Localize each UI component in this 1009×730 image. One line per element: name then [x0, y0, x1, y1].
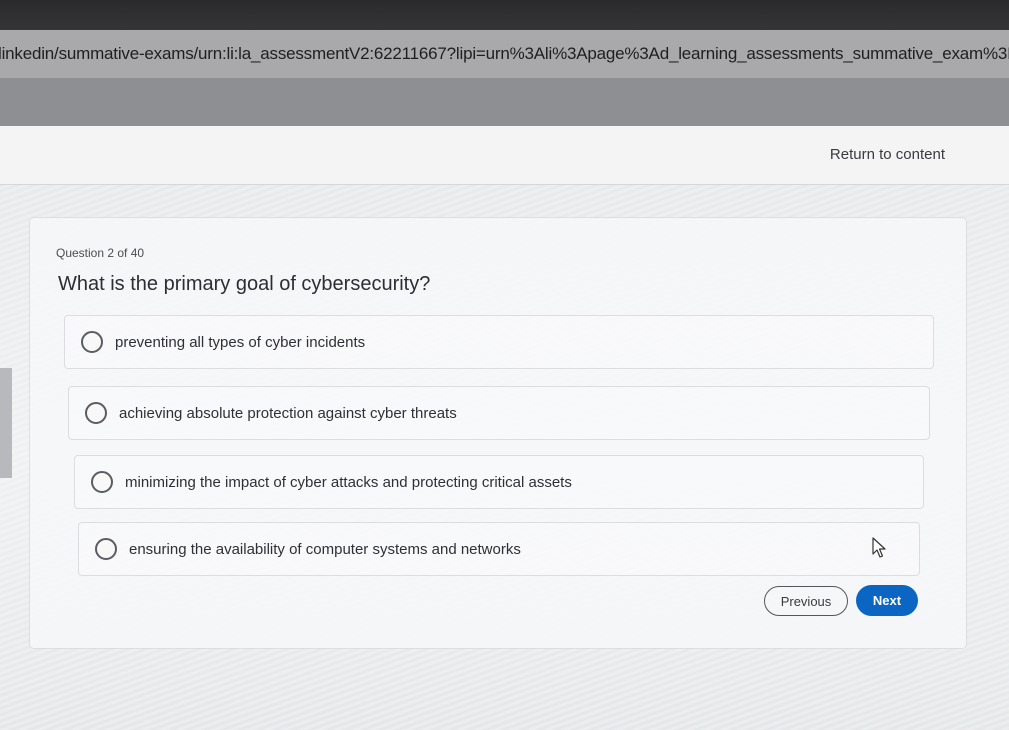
- browser-toolbar-strip: [0, 78, 1009, 126]
- previous-button[interactable]: Previous: [764, 586, 848, 616]
- radio-button[interactable]: [85, 402, 107, 424]
- answer-option-label: preventing all types of cyber incidents: [115, 333, 366, 351]
- radio-button[interactable]: [95, 538, 117, 560]
- next-button[interactable]: Next: [856, 585, 918, 616]
- return-to-content-link[interactable]: Return to content: [830, 146, 945, 163]
- screen-bezel: [0, 0, 1009, 30]
- radio-button[interactable]: [91, 471, 113, 493]
- answer-option-3[interactable]: minimizing the impact of cyber attacks a…: [74, 455, 924, 509]
- address-bar[interactable]: linkedin/summative-exams/urn:li:la_asses…: [0, 30, 1009, 78]
- answer-option-label: ensuring the availability of computer sy…: [129, 540, 521, 558]
- radio-button[interactable]: [81, 331, 103, 353]
- question-counter: Question 2 of 40: [56, 246, 145, 260]
- answer-option-label: minimizing the impact of cyber attacks a…: [125, 473, 572, 491]
- mouse-pointer-icon: [872, 537, 886, 558]
- answer-option-1[interactable]: preventing all types of cyber incidents: [64, 315, 934, 369]
- page-header: Return to content: [0, 126, 1009, 185]
- url-text: linkedin/summative-exams/urn:li:la_asses…: [0, 44, 1009, 63]
- answer-option-4[interactable]: ensuring the availability of computer sy…: [78, 522, 920, 576]
- exam-card: Question 2 of 40 What is the primary goa…: [30, 218, 966, 648]
- answer-option-2[interactable]: achieving absolute protection against cy…: [68, 386, 930, 440]
- answer-option-label: achieving absolute protection against cy…: [119, 404, 457, 422]
- question-text: What is the primary goal of cybersecurit…: [58, 273, 431, 295]
- left-edge-panel: [0, 368, 12, 478]
